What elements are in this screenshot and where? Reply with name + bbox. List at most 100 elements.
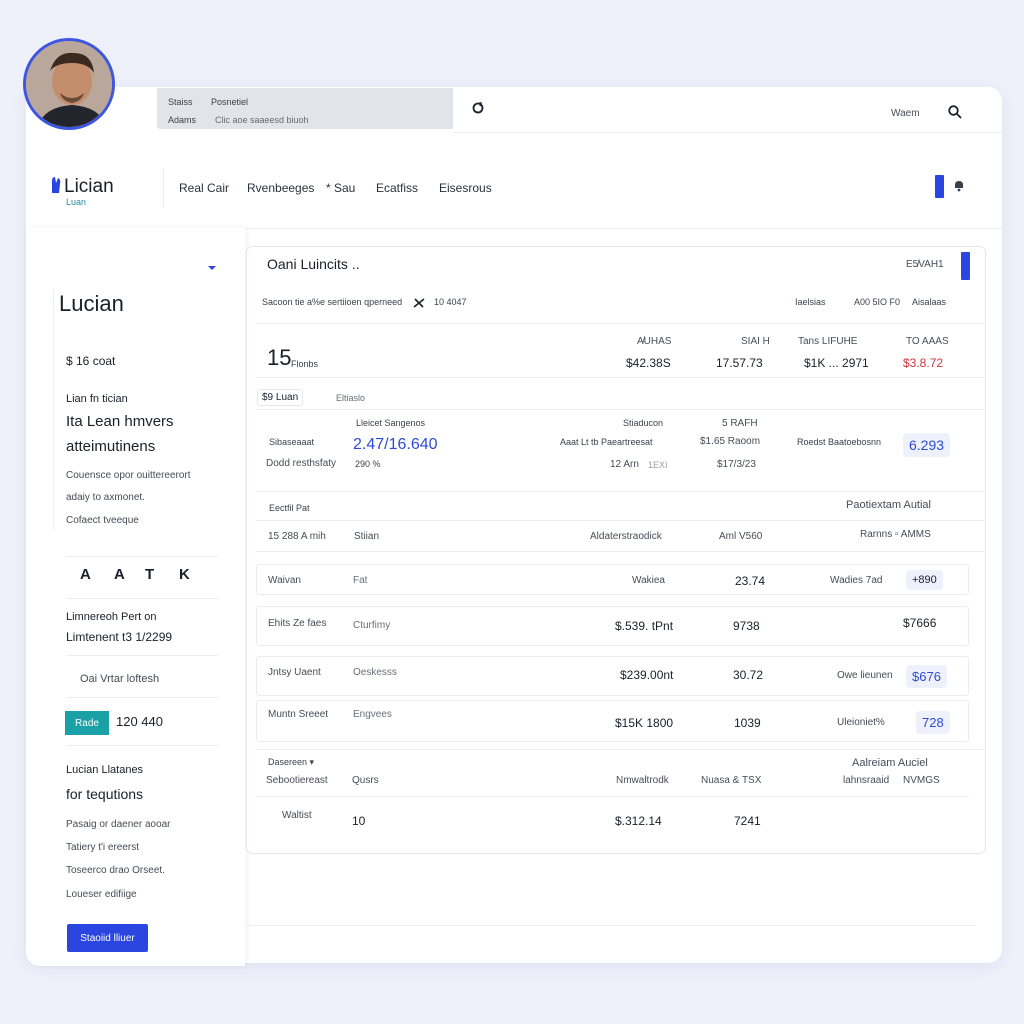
nav-item-4[interactable]: Ecatfiss (376, 181, 418, 195)
row-3-badge[interactable]: $676 (906, 665, 947, 688)
stats-col1-value: 2.47/16.640 (353, 436, 438, 453)
stats-col1-sub: 290 % (355, 459, 381, 469)
teal-action-value: 120 440 (116, 714, 163, 729)
row-header-col-3: Aldaterstraodick (590, 531, 662, 542)
row-4-name: Muntn Sreeet (268, 709, 329, 720)
panel-subtitle: Sacoon tie a%e sertiioen qperneed (262, 297, 403, 307)
row-3-amount: $239.00nt (620, 668, 674, 682)
footer-row-amount: $.312.1⁢4 (615, 814, 662, 828)
row-4-badge[interactable]: 728 (916, 711, 950, 734)
browser-address-bar[interactable]: Staiss Posnetiel Adams Clic aoe saaeesd … (157, 88, 453, 129)
sidebar-primary-button[interactable]: Staoiid lliuer (67, 924, 148, 952)
summary-header-1: A̸UHAS (637, 336, 672, 347)
user-avatar[interactable] (23, 38, 115, 130)
sidebar (26, 228, 245, 966)
nav-item-3[interactable]: * Sau (326, 181, 355, 195)
sidebar-title-line-2: atteimutinens (66, 438, 156, 455)
row-header-col-5: Rarnns ▫ AMMS (860, 529, 931, 540)
row-2-qty: 9738 (733, 619, 760, 633)
nav-accent-indicator (935, 175, 944, 198)
format-icon-k[interactable]: K (179, 566, 190, 583)
panel-filter-3[interactable]: Aisalaas (912, 297, 946, 307)
sidebar-item-3[interactable]: Toseerco drao Orseet. (66, 865, 165, 876)
footer-head-left[interactable]: Dasereen ▾ (268, 757, 314, 768)
sidebar-item-1[interactable]: Pasaig or daener aooar (66, 819, 171, 830)
brand-name[interactable]: Lician (64, 176, 114, 198)
row-2-badge[interactable]: $7666 (903, 616, 936, 630)
address-row2-right: Clic aoe saaeesd biuoh (215, 115, 309, 125)
summary-value-1: $42.38S (626, 356, 671, 370)
sidebar-divider-4 (66, 697, 218, 698)
panel-divider-3 (256, 409, 984, 410)
summary-header-3: Tans LIFUHE (798, 336, 858, 347)
stats-col1-head: Lleicet Sangenos (356, 418, 426, 428)
row-1-badge[interactable]: +890 (906, 570, 943, 590)
notification-icon[interactable] (952, 178, 966, 192)
sidebar-section-label: Lucian Llatanes (66, 764, 144, 776)
sidebar-accent-line (53, 290, 54, 530)
topbar-user-label[interactable]: Waem (891, 108, 920, 119)
sidebar-item-2[interactable]: Tatiery t'i ereerst (66, 842, 139, 853)
address-row1-left: Staiss (168, 97, 193, 107)
sidebar-sub-label: Limnereoh Pert on (66, 611, 157, 623)
search-icon[interactable] (947, 104, 963, 120)
row-4-category: Engvees (353, 709, 392, 720)
format-icon-a[interactable]: A (80, 566, 91, 583)
row-4-qty: 1039 (734, 716, 761, 730)
summary-value-3: $1K ... 2971 (804, 356, 869, 370)
row-header-col-4: Aml V560 (719, 531, 763, 542)
row-3-qty: 30.72 (733, 668, 764, 682)
table-head-right: Paotiextam Autial (846, 499, 931, 511)
nav-item-2[interactable]: Rvenbeeges (247, 181, 314, 195)
nav-item-1[interactable]: Real Cair (179, 181, 229, 195)
footer-row-category: 10 (352, 814, 366, 828)
link-icon[interactable] (412, 296, 426, 308)
panel-divider-1 (256, 323, 984, 324)
sidebar-small-label: Lian fn tician (66, 393, 128, 405)
panel-divider-6 (256, 551, 984, 552)
panel-divider-7 (256, 749, 984, 750)
stats-right-value-2: $17/3/23 (717, 459, 756, 470)
address-row1-right: Posnetiel (211, 97, 249, 107)
refresh-icon[interactable] (471, 101, 485, 115)
format-icon-a-2[interactable]: A (114, 566, 125, 583)
summary-value-4: $3.8.72 (903, 356, 944, 370)
stats-far-value[interactable]: 6.293 (903, 433, 951, 457)
bottom-divider (246, 925, 976, 926)
panel-divider-2 (256, 377, 984, 378)
footer-col-4: Nuasa & TSX (701, 775, 762, 786)
sidebar-desc-2: adaiy to axmonet. (66, 492, 145, 503)
table-head-left: Eectfil Pat (269, 503, 310, 513)
filter-dropdown[interactable]: $9 Luan (257, 389, 304, 406)
sidebar-divider-2 (66, 598, 218, 599)
sidebar-item-4[interactable]: Loueser edifiige (66, 889, 137, 900)
row-1-name: Waivan (268, 575, 301, 586)
stats-far-label: Roedst Baatoebosnn (797, 437, 882, 447)
stats-mid-head: Stiaducon (623, 418, 664, 428)
row-2-amount: $.539. tPnt (615, 619, 674, 633)
row-2-name: Ehits Ze faes (268, 618, 327, 629)
footer-row-qty: 7241 (734, 814, 761, 828)
sidebar-collapse-chevron-icon[interactable] (207, 259, 217, 270)
sidebar-link[interactable]: Oai Vrtar loftesh (80, 673, 159, 685)
footer-col-1: Sebootiereast (266, 775, 328, 786)
panel-filter-2[interactable]: A00 5IO F0 (854, 297, 900, 307)
stats-mid-sub: 12 Arn (610, 459, 639, 470)
stats-right-head: 5 RAFH (722, 418, 758, 429)
footer-row-name: Waltist (282, 810, 312, 821)
panel-accent-bar (961, 252, 970, 280)
row-4-note: Uleioniet% (837, 717, 885, 728)
format-icon-t[interactable]: T (145, 566, 154, 583)
panel-filter-1[interactable]: Iaelsias (795, 297, 826, 307)
brand-subtitle: Luan (66, 197, 87, 207)
nav-separator (163, 168, 164, 208)
summary-big-value: 15 (267, 345, 292, 370)
panel-subtitle-value: 10 4047 (434, 297, 467, 307)
teal-action-button[interactable]: Rade (65, 711, 109, 735)
footer-col-6: NVMGS (903, 775, 940, 786)
nav-item-5[interactable]: Eisesrous (439, 181, 492, 195)
sidebar-section-title: for tequtions (66, 786, 144, 802)
stats-right-value: $1.65 Raoom (700, 436, 761, 447)
filter-tab[interactable]: Eltiaslo (336, 393, 365, 403)
row-1-qty: 23.74 (735, 574, 766, 588)
